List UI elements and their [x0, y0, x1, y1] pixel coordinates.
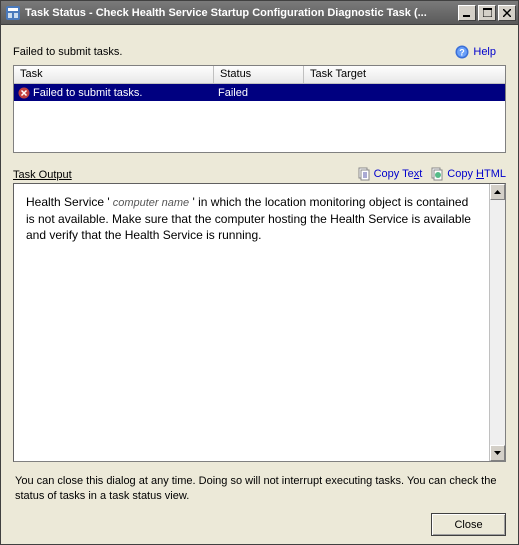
output-box: Health Service ' computer name ' in whic…: [13, 183, 506, 462]
cell-status: Failed: [214, 87, 304, 99]
copy-html-link[interactable]: Copy HTML: [430, 167, 506, 181]
output-placeholder: computer name: [110, 197, 189, 209]
titlebar: Task Status - Check Health Service Start…: [1, 1, 518, 25]
output-label: Task Output: [13, 169, 72, 181]
copy-html-label: Copy HTML: [447, 168, 506, 180]
output-header: Task Output Copy Text Copy HTML: [13, 167, 506, 181]
output-section: Task Output Copy Text Copy HTML: [13, 167, 506, 462]
scroll-down-button[interactable]: [490, 445, 505, 461]
summary-row: Failed to submit tasks. ? Help: [13, 45, 506, 59]
help-link[interactable]: ? Help: [455, 45, 496, 59]
close-button[interactable]: Close: [431, 513, 506, 536]
table-row[interactable]: Failed to submit tasks. Failed: [14, 84, 505, 101]
content-area: Failed to submit tasks. ? Help Task Stat…: [1, 25, 518, 544]
table-header: Task Status Task Target: [14, 66, 505, 84]
copy-text-icon: [357, 167, 371, 181]
button-row: Close: [13, 513, 506, 536]
task-status-dialog: Task Status - Check Health Service Start…: [0, 0, 519, 545]
output-message-prefix: Health Service ': [26, 195, 110, 209]
svg-text:?: ?: [460, 48, 466, 58]
col-header-status[interactable]: Status: [214, 66, 304, 83]
copy-html-icon: [430, 167, 444, 181]
maximize-button[interactable]: [478, 5, 496, 21]
output-text[interactable]: Health Service ' computer name ' in whic…: [14, 184, 489, 461]
window-controls: [458, 5, 516, 21]
copy-text-label: Copy Text: [374, 168, 423, 180]
scroll-track[interactable]: [490, 200, 505, 445]
help-label: Help: [473, 46, 496, 58]
scrollbar[interactable]: [489, 184, 505, 461]
copy-links: Copy Text Copy HTML: [357, 167, 506, 181]
copy-text-link[interactable]: Copy Text: [357, 167, 423, 181]
minimize-button[interactable]: [458, 5, 476, 21]
col-header-target[interactable]: Task Target: [304, 66, 505, 83]
col-header-task[interactable]: Task: [14, 66, 214, 83]
cell-task: Failed to submit tasks.: [14, 87, 214, 99]
window-title: Task Status - Check Health Service Start…: [25, 7, 458, 19]
close-window-button[interactable]: [498, 5, 516, 21]
help-icon: ?: [455, 45, 469, 59]
error-icon: [18, 87, 30, 99]
scroll-up-button[interactable]: [490, 184, 505, 200]
footer-note: You can close this dialog at any time. D…: [13, 472, 506, 503]
app-icon: [5, 5, 21, 21]
status-summary: Failed to submit tasks.: [13, 46, 122, 58]
task-table: Task Status Task Target Failed to submit…: [13, 65, 506, 153]
cell-task-text: Failed to submit tasks.: [33, 87, 142, 99]
